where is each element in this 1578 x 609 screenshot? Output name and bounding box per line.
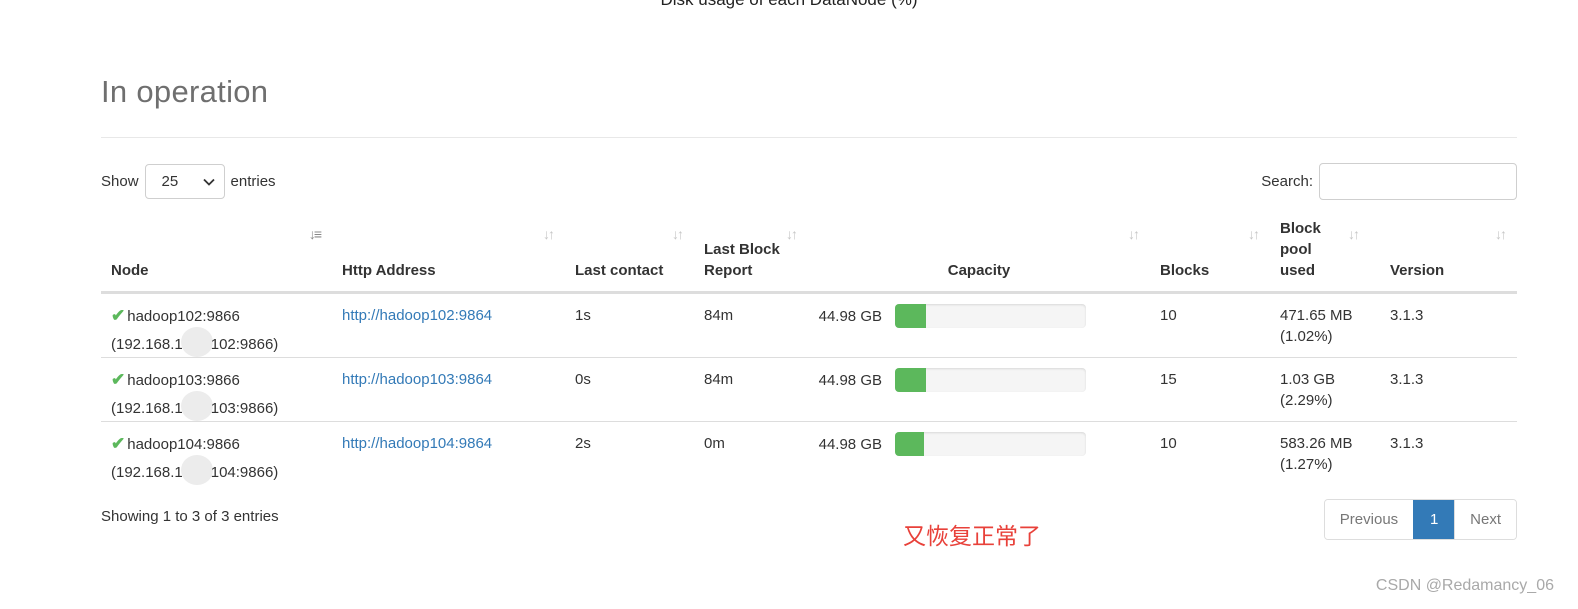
show-label: Show	[101, 173, 139, 190]
section-title: In operation	[101, 74, 269, 109]
column-header-http-address[interactable]: Http Address ↓↑	[332, 218, 565, 294]
capacity-value: 44.98 GB	[818, 308, 882, 325]
http-address-link[interactable]: http://hadoop102:9864	[342, 307, 492, 324]
previous-button[interactable]: Previous	[1324, 500, 1414, 539]
search-input[interactable]	[1319, 163, 1517, 200]
checkmark-icon: ✔	[111, 306, 126, 325]
sort-icon: ↓↑	[1495, 226, 1507, 242]
http-address-link[interactable]: http://hadoop103:9864	[342, 371, 492, 388]
title-divider	[101, 137, 1517, 138]
blocks: 10	[1150, 421, 1270, 486]
last-contact: 2s	[565, 421, 694, 486]
watermark: CSDN @Redamancy_06	[1375, 577, 1554, 594]
node-name: hadoop104:9866	[127, 436, 240, 453]
checkmark-icon: ✔	[111, 370, 126, 389]
page-1-button[interactable]: 1	[1413, 500, 1455, 539]
chevron-down-icon	[202, 178, 215, 186]
http-address-link[interactable]: http://hadoop104:9864	[342, 435, 492, 452]
column-header-blocks[interactable]: Blocks ↓↑	[1150, 218, 1270, 294]
chart-caption: Disk usage of each DataNode (%)	[0, 0, 1578, 10]
sort-icon: ↓↑	[672, 226, 684, 242]
sort-ascending-icon: ↓≡	[308, 226, 322, 242]
last-block-report: 84m	[694, 357, 808, 422]
block-pool-used: 583.26 MB (1.27%)	[1270, 421, 1380, 486]
table-row: ✔ hadoop104:9866 (192.168.1 104:9866) http…	[101, 421, 1517, 486]
capacity-cell: 44.98 GB	[808, 293, 1150, 358]
node-name: hadoop102:9866	[127, 308, 240, 325]
version: 3.1.3	[1390, 307, 1424, 324]
search-control: Search:	[1261, 163, 1517, 200]
search-label: Search:	[1261, 173, 1313, 190]
entries-label: entries	[230, 173, 276, 190]
capacity-bar	[895, 304, 1086, 328]
node-cell: ✔ hadoop102:9866 (192.168.1 102:9866)	[101, 293, 332, 358]
blocks: 10	[1160, 307, 1177, 324]
sort-icon: ↓↑	[786, 226, 798, 242]
capacity-cell: 44.98 GB	[808, 357, 1150, 422]
table-row: ✔ hadoop102:9866 (192.168.1 102:9866) http…	[101, 293, 1517, 358]
sort-icon: ↓↑	[1128, 226, 1140, 242]
table-info: Showing 1 to 3 of 3 entries	[101, 508, 279, 525]
node-cell: ✔ hadoop103:9866 (192.168.1 103:9866)	[101, 357, 332, 422]
capacity-value: 44.98 GB	[818, 372, 882, 389]
node-cell: ✔ hadoop104:9866 (192.168.1 104:9866)	[101, 421, 332, 486]
redaction-mask	[180, 391, 213, 421]
entries-per-page-select[interactable]: 25	[144, 164, 225, 199]
capacity-bar	[895, 368, 1086, 392]
entries-per-page-value: 25	[161, 173, 179, 190]
last-contact: 1s	[575, 307, 591, 324]
blocks: 15	[1150, 357, 1270, 422]
pagination: Previous 1 Next	[1323, 499, 1517, 540]
last-block-report: 84m	[704, 307, 734, 324]
redaction-mask	[180, 455, 213, 485]
column-header-version[interactable]: Version ↓↑	[1380, 218, 1517, 294]
capacity-value: 44.98 GB	[818, 436, 882, 453]
capacity-bar-fill	[895, 304, 926, 328]
table-row: ✔ hadoop103:9866 (192.168.1 103:9866) http…	[101, 357, 1517, 422]
next-button[interactable]: Next	[1454, 500, 1516, 539]
version: 3.1.3	[1380, 421, 1517, 486]
column-header-last-contact[interactable]: Last contact ↓↑	[565, 218, 694, 294]
sort-icon: ↓↑	[1248, 226, 1260, 242]
checkmark-icon: ✔	[111, 434, 126, 453]
last-block-report: 0m	[694, 421, 808, 486]
length-control: Show 25 entries	[101, 163, 276, 200]
sort-icon: ↓↑	[543, 226, 555, 242]
column-header-node[interactable]: Node ↓≡	[101, 218, 332, 294]
column-header-last-block-report[interactable]: Last Block Report ↓↑	[694, 218, 808, 294]
version: 3.1.3	[1380, 357, 1517, 422]
node-name: hadoop103:9866	[127, 372, 240, 389]
block-pool-used: 471.65 MB (1.02%)	[1280, 307, 1353, 345]
annotation-text: 又恢复正常了	[903, 523, 1041, 549]
capacity-bar-fill	[895, 368, 926, 392]
last-contact: 0s	[565, 357, 694, 422]
table-header-row: Node ↓≡ Http Address ↓↑ Last contact ↓↑ …	[101, 218, 1517, 294]
block-pool-used: 1.03 GB (2.29%)	[1270, 357, 1380, 422]
redaction-mask	[180, 327, 213, 357]
sort-icon: ↓↑	[1348, 226, 1360, 242]
datanode-table: Node ↓≡ Http Address ↓↑ Last contact ↓↑ …	[101, 218, 1517, 486]
column-header-block-pool-used[interactable]: Block pool used ↓↑	[1270, 218, 1380, 294]
capacity-bar	[895, 432, 1086, 456]
column-header-capacity[interactable]: Capacity ↓↑	[808, 218, 1150, 294]
capacity-cell: 44.98 GB	[808, 421, 1150, 486]
capacity-bar-fill	[895, 432, 924, 456]
